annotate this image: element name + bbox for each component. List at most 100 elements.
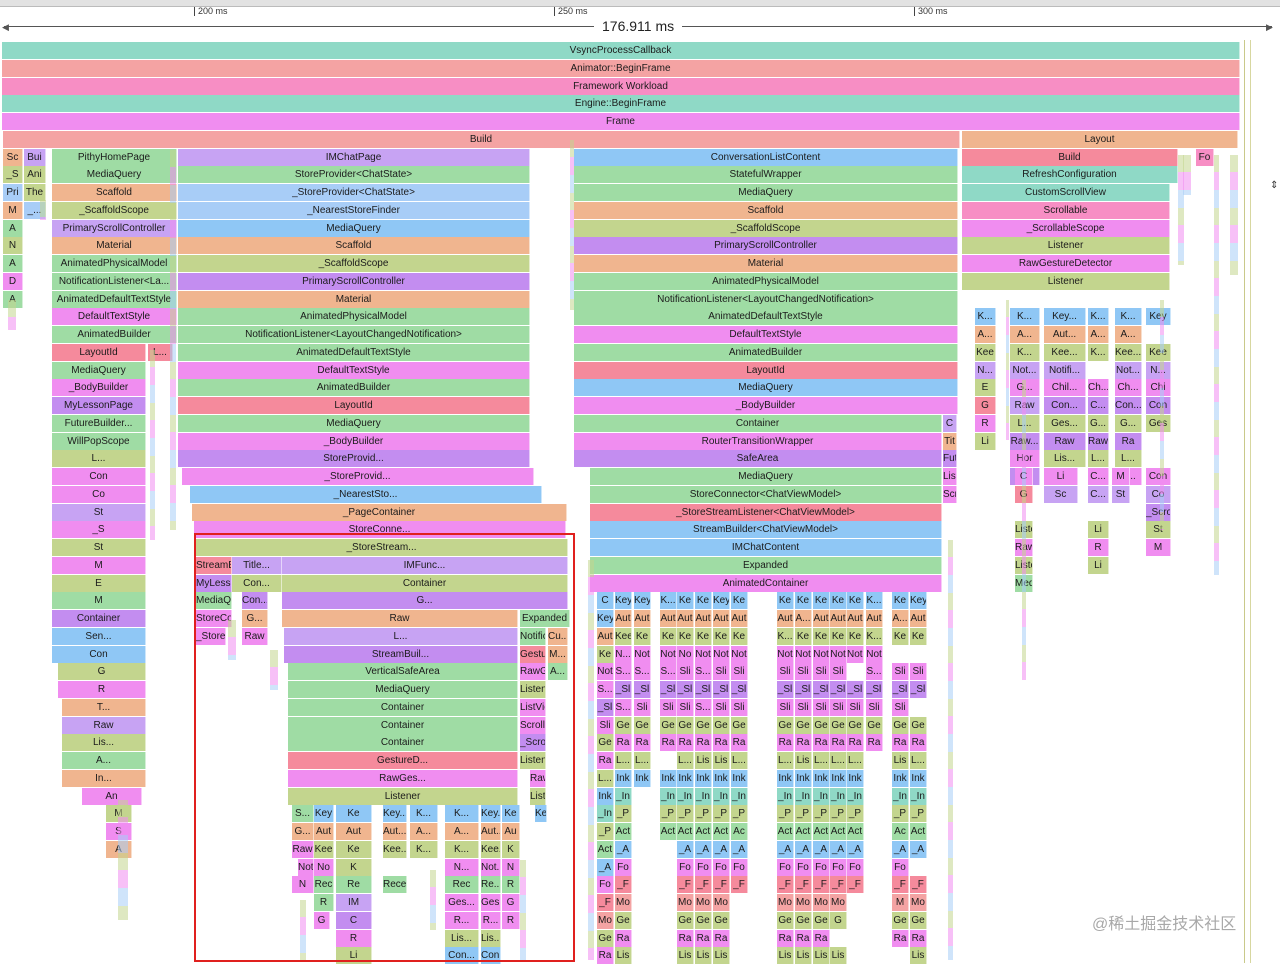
- flame-frame[interactable]: Ra: [731, 734, 748, 752]
- flame-frame[interactable]: Mo: [713, 894, 730, 911]
- flame-frame[interactable]: Listener: [530, 787, 546, 805]
- flame-frame[interactable]: DefaultTextStyle: [178, 361, 530, 379]
- flame-frame[interactable]: RawGestureDetector: [962, 255, 1170, 272]
- flame-frame[interactable]: Listener: [962, 272, 1170, 290]
- flame-frame[interactable]: Ink: [910, 769, 927, 787]
- flame-frame[interactable]: G: [502, 894, 520, 911]
- flame-frame[interactable]: Act: [615, 823, 632, 840]
- flame-frame[interactable]: A...: [548, 663, 568, 681]
- flame-frame[interactable]: Aut...: [481, 823, 501, 840]
- flame-frame[interactable]: AnimatedDefaultTextStyle: [52, 290, 177, 308]
- flame-frame[interactable]: Kee: [975, 343, 996, 361]
- flame-frame[interactable]: Ge: [731, 716, 748, 734]
- flame-frame[interactable]: _F: [813, 876, 830, 894]
- flame-frame[interactable]: Expanded: [590, 556, 942, 574]
- flame-frame[interactable]: S...: [695, 663, 712, 681]
- flame-frame[interactable]: Ani: [24, 166, 46, 184]
- flame-frame[interactable]: Ge: [597, 734, 614, 752]
- flame-frame[interactable]: IMChatContent: [590, 539, 942, 556]
- flame-frame[interactable]: Ra: [677, 734, 694, 752]
- flame-frame[interactable]: Aut: [847, 610, 864, 627]
- flame-frame[interactable]: _Sl: [695, 681, 712, 698]
- flame-frame[interactable]: Listener: [520, 681, 546, 698]
- flame-frame[interactable]: Ch...: [1115, 379, 1142, 397]
- flame-frame[interactable]: Ke: [336, 840, 372, 858]
- flame-frame[interactable]: _In: [892, 787, 909, 805]
- flame-frame[interactable]: Ge: [892, 716, 909, 734]
- flame-frame[interactable]: Key...: [481, 805, 501, 823]
- flame-frame[interactable]: _A: [695, 840, 712, 858]
- flame-frame[interactable]: _F: [795, 876, 812, 894]
- flame-frame[interactable]: K...: [777, 627, 794, 645]
- flame-frame[interactable]: Not: [731, 645, 748, 663]
- flame-frame[interactable]: _Sl: [677, 681, 694, 698]
- flame-frame[interactable]: T...: [62, 698, 146, 716]
- flame-frame[interactable]: Con...: [242, 592, 268, 610]
- flame-frame[interactable]: MyLessonPage: [52, 397, 146, 414]
- flame-frame[interactable]: Ge: [695, 911, 712, 929]
- flame-frame[interactable]: Container: [288, 698, 518, 716]
- flame-frame[interactable]: K...: [1088, 343, 1109, 361]
- flame-frame[interactable]: Ke: [634, 627, 651, 645]
- flame-frame[interactable]: Ge: [795, 716, 812, 734]
- flame-frame[interactable]: Listener: [520, 752, 546, 769]
- flame-frame[interactable]: PrimaryScrollController: [178, 272, 530, 290]
- flame-frame[interactable]: Raw: [1088, 432, 1109, 450]
- flame-frame[interactable]: _F: [731, 876, 748, 894]
- flame-frame[interactable]: Aut: [677, 610, 694, 627]
- flame-frame[interactable]: Ge: [777, 716, 794, 734]
- flame-frame[interactable]: R: [1088, 539, 1109, 556]
- flame-frame[interactable]: AnimatedBuilder: [574, 343, 958, 361]
- flame-frame[interactable]: Fo: [830, 858, 847, 876]
- flame-frame[interactable]: Fo: [1196, 148, 1214, 166]
- flame-frame[interactable]: Lis: [830, 947, 847, 964]
- flame-frame[interactable]: _F: [847, 876, 864, 894]
- flame-frame[interactable]: Co: [1146, 485, 1171, 503]
- flame-frame[interactable]: A...: [975, 326, 996, 343]
- flame-frame[interactable]: G...: [1088, 414, 1109, 432]
- flame-frame[interactable]: S...: [660, 663, 677, 681]
- flame-frame[interactable]: AnimatedBuilder: [178, 379, 530, 397]
- flame-frame[interactable]: Ra: [677, 929, 694, 947]
- flame-frame[interactable]: Ra: [634, 734, 651, 752]
- flame-frame[interactable]: Chi: [1146, 379, 1171, 397]
- flame-frame[interactable]: Ke: [777, 592, 794, 610]
- flame-frame[interactable]: Kee...: [1115, 343, 1142, 361]
- flame-frame[interactable]: Sli: [634, 698, 651, 716]
- flame-frame[interactable]: Rece...: [383, 876, 407, 894]
- flame-frame[interactable]: Ke: [713, 627, 730, 645]
- flame-frame[interactable]: StreamBuil...: [196, 556, 232, 574]
- flame-frame[interactable]: _In: [695, 787, 712, 805]
- flame-frame[interactable]: _ScaffoldScope: [178, 255, 530, 272]
- flame-frame[interactable]: M: [892, 894, 909, 911]
- flame-frame[interactable]: StreamBuilder<ChatViewModel>: [590, 521, 942, 539]
- flame-frame[interactable]: An: [82, 787, 142, 805]
- flame-frame[interactable]: Animator::BeginFrame: [2, 59, 1240, 77]
- flame-frame[interactable]: St: [52, 503, 146, 521]
- flame-frame[interactable]: N: [502, 858, 520, 876]
- flame-frame[interactable]: Mo: [695, 894, 712, 911]
- flame-frame[interactable]: _Sl: [910, 681, 927, 698]
- flame-frame[interactable]: Ges: [1146, 414, 1171, 432]
- flame-frame[interactable]: M...: [548, 645, 568, 663]
- flame-frame[interactable]: A...: [892, 610, 909, 627]
- flame-frame[interactable]: G: [58, 663, 146, 681]
- flame-frame[interactable]: Sli: [713, 663, 730, 681]
- flame-frame[interactable]: L...: [615, 752, 632, 769]
- flame-frame[interactable]: Lis: [910, 947, 927, 964]
- flame-frame[interactable]: A: [3, 255, 23, 272]
- flame-frame[interactable]: L...: [813, 752, 830, 769]
- flame-frame[interactable]: Ra: [615, 734, 632, 752]
- flame-frame[interactable]: Kee...: [481, 840, 501, 858]
- flame-frame[interactable]: Not: [813, 645, 830, 663]
- flame-frame[interactable]: _Sl: [866, 681, 883, 698]
- flame-frame[interactable]: Ke: [813, 592, 830, 610]
- flame-frame[interactable]: Ink: [695, 769, 712, 787]
- flame-frame[interactable]: AnimatedDefaultTextStyle: [574, 308, 958, 326]
- flame-frame[interactable]: Ge: [615, 911, 632, 929]
- flame-frame[interactable]: _P: [713, 805, 730, 823]
- flame-frame[interactable]: Aut: [634, 610, 651, 627]
- flame-frame[interactable]: Aut: [713, 610, 730, 627]
- flame-frame[interactable]: Not...: [847, 645, 864, 663]
- flame-frame[interactable]: Ke: [830, 592, 847, 610]
